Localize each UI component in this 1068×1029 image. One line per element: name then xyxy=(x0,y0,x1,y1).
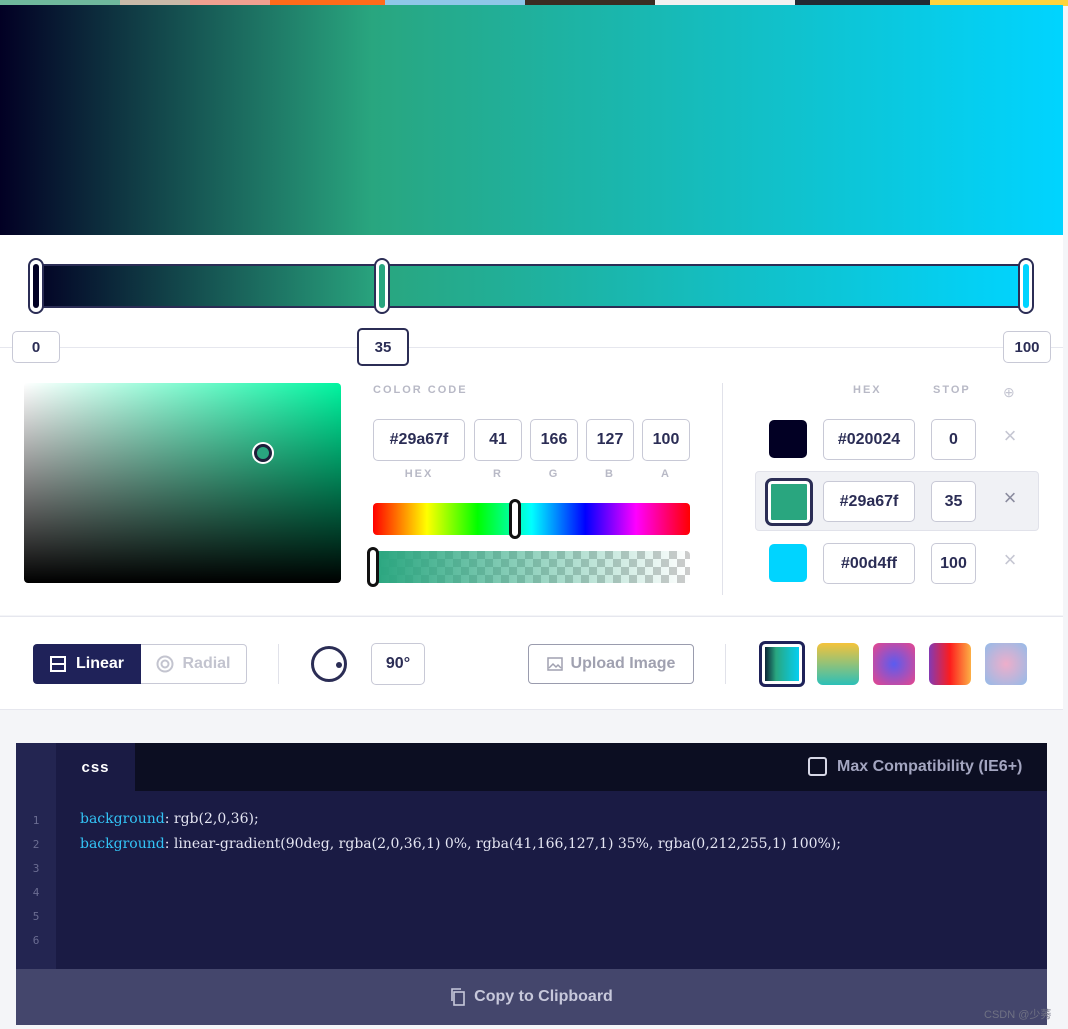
stop-swatch[interactable] xyxy=(769,420,807,458)
stop-row-35[interactable]: #29a67f 35 × xyxy=(755,471,1039,531)
css-value: : linear-gradient(90deg, rgba(2,0,36,1) … xyxy=(164,836,842,852)
stop-position-100[interactable]: 100 xyxy=(1003,331,1051,363)
stop-swatch[interactable] xyxy=(769,544,807,582)
color-code-label: COLOR CODE xyxy=(373,384,468,396)
upload-image-button[interactable]: Upload Image xyxy=(528,644,694,684)
stop-row-100[interactable]: #00d4ff 100 × xyxy=(755,533,1039,593)
stop-track-line xyxy=(0,347,1063,348)
saturation-cursor[interactable] xyxy=(254,444,272,462)
tab-css[interactable]: css xyxy=(56,743,135,791)
copy-label: Copy to Clipboard xyxy=(474,988,613,1005)
remove-stop-icon[interactable]: × xyxy=(999,423,1021,449)
remove-stop-icon[interactable]: × xyxy=(999,547,1021,573)
alpha-slider-thumb[interactable] xyxy=(367,547,379,587)
line-number: 6 xyxy=(32,934,40,947)
stop-handle-35[interactable] xyxy=(374,258,390,314)
code-line-2[interactable]: background: linear-gradient(90deg, rgba(… xyxy=(80,836,841,852)
add-stop-icon[interactable]: ⊕ xyxy=(1003,384,1015,401)
stop-handle-0[interactable] xyxy=(28,258,44,314)
alpha-slider[interactable] xyxy=(373,551,690,583)
hex-column-header: HEX xyxy=(853,384,882,396)
watermark: CSDN @少莠 xyxy=(984,1009,1052,1021)
hue-slider[interactable] xyxy=(373,503,690,535)
line-number: 3 xyxy=(32,862,40,875)
hex-input[interactable]: #29a67f xyxy=(373,419,465,461)
stop-hex-input[interactable]: #020024 xyxy=(823,419,915,460)
g-input[interactable]: 166 xyxy=(530,419,578,461)
angle-input[interactable]: 90° xyxy=(371,643,425,685)
preset-gradient-4[interactable] xyxy=(929,643,971,685)
linear-type-button[interactable]: Linear xyxy=(33,644,141,684)
controls-divider xyxy=(725,644,726,684)
linear-icon xyxy=(49,656,66,672)
r-input[interactable]: 41 xyxy=(474,419,522,461)
copy-to-clipboard-button[interactable]: Copy to Clipboard xyxy=(16,969,1047,1025)
hue-slider-thumb[interactable] xyxy=(509,499,521,539)
code-line-1[interactable]: background: rgb(2,0,36); xyxy=(80,811,259,827)
b-label: B xyxy=(605,468,615,480)
css-property: background xyxy=(80,811,165,827)
panel-divider xyxy=(722,383,723,595)
compat-label: Max Compatibility (IE6+) xyxy=(837,757,1023,775)
preset-gradient-3[interactable] xyxy=(873,643,915,685)
css-value: : rgb(2,0,36); xyxy=(164,811,259,827)
gradient-bar[interactable] xyxy=(28,264,1034,308)
stop-hex-input[interactable]: #00d4ff xyxy=(823,543,915,584)
stop-value-input[interactable]: 35 xyxy=(931,481,976,522)
stop-value-input[interactable]: 100 xyxy=(931,543,976,584)
a-input[interactable]: 100 xyxy=(642,419,690,461)
image-icon xyxy=(546,657,563,671)
preset-gradient-2[interactable] xyxy=(817,643,859,685)
stop-value-input[interactable]: 0 xyxy=(931,419,976,460)
radial-label: Radial xyxy=(182,655,231,672)
hex-label: HEX xyxy=(404,468,434,480)
controls-divider xyxy=(278,644,279,684)
stop-swatch[interactable] xyxy=(765,478,813,526)
line-number: 2 xyxy=(32,838,40,851)
stop-position-35[interactable]: 35 xyxy=(357,328,409,366)
angle-dial[interactable] xyxy=(311,646,347,682)
b-input[interactable]: 127 xyxy=(586,419,634,461)
radial-type-button[interactable]: Radial xyxy=(141,644,247,684)
linear-label: Linear xyxy=(75,655,124,672)
copy-icon xyxy=(451,988,465,1006)
gradient-preview xyxy=(0,5,1063,235)
compat-checkbox[interactable] xyxy=(808,757,827,776)
r-label: R xyxy=(493,468,503,480)
line-number: 1 xyxy=(32,814,40,827)
line-number: 5 xyxy=(32,910,40,923)
remove-stop-icon[interactable]: × xyxy=(999,485,1021,511)
g-label: G xyxy=(548,468,560,480)
stop-row-0[interactable]: #020024 0 × xyxy=(755,409,1039,469)
a-label: A xyxy=(661,468,671,480)
radial-icon xyxy=(156,655,174,673)
stop-hex-input[interactable]: #29a67f xyxy=(823,481,915,522)
preset-gradient-5[interactable] xyxy=(985,643,1027,685)
preset-gradient-1[interactable] xyxy=(759,641,805,687)
stop-handle-100[interactable] xyxy=(1018,258,1034,314)
upload-label: Upload Image xyxy=(570,655,676,672)
css-property: background xyxy=(80,836,165,852)
max-compatibility-toggle[interactable]: Max Compatibility (IE6+) xyxy=(808,757,1022,776)
saturation-square[interactable] xyxy=(24,383,341,583)
stop-column-header: STOP xyxy=(933,384,971,396)
line-number: 4 xyxy=(32,886,40,899)
stop-position-0[interactable]: 0 xyxy=(12,331,60,363)
